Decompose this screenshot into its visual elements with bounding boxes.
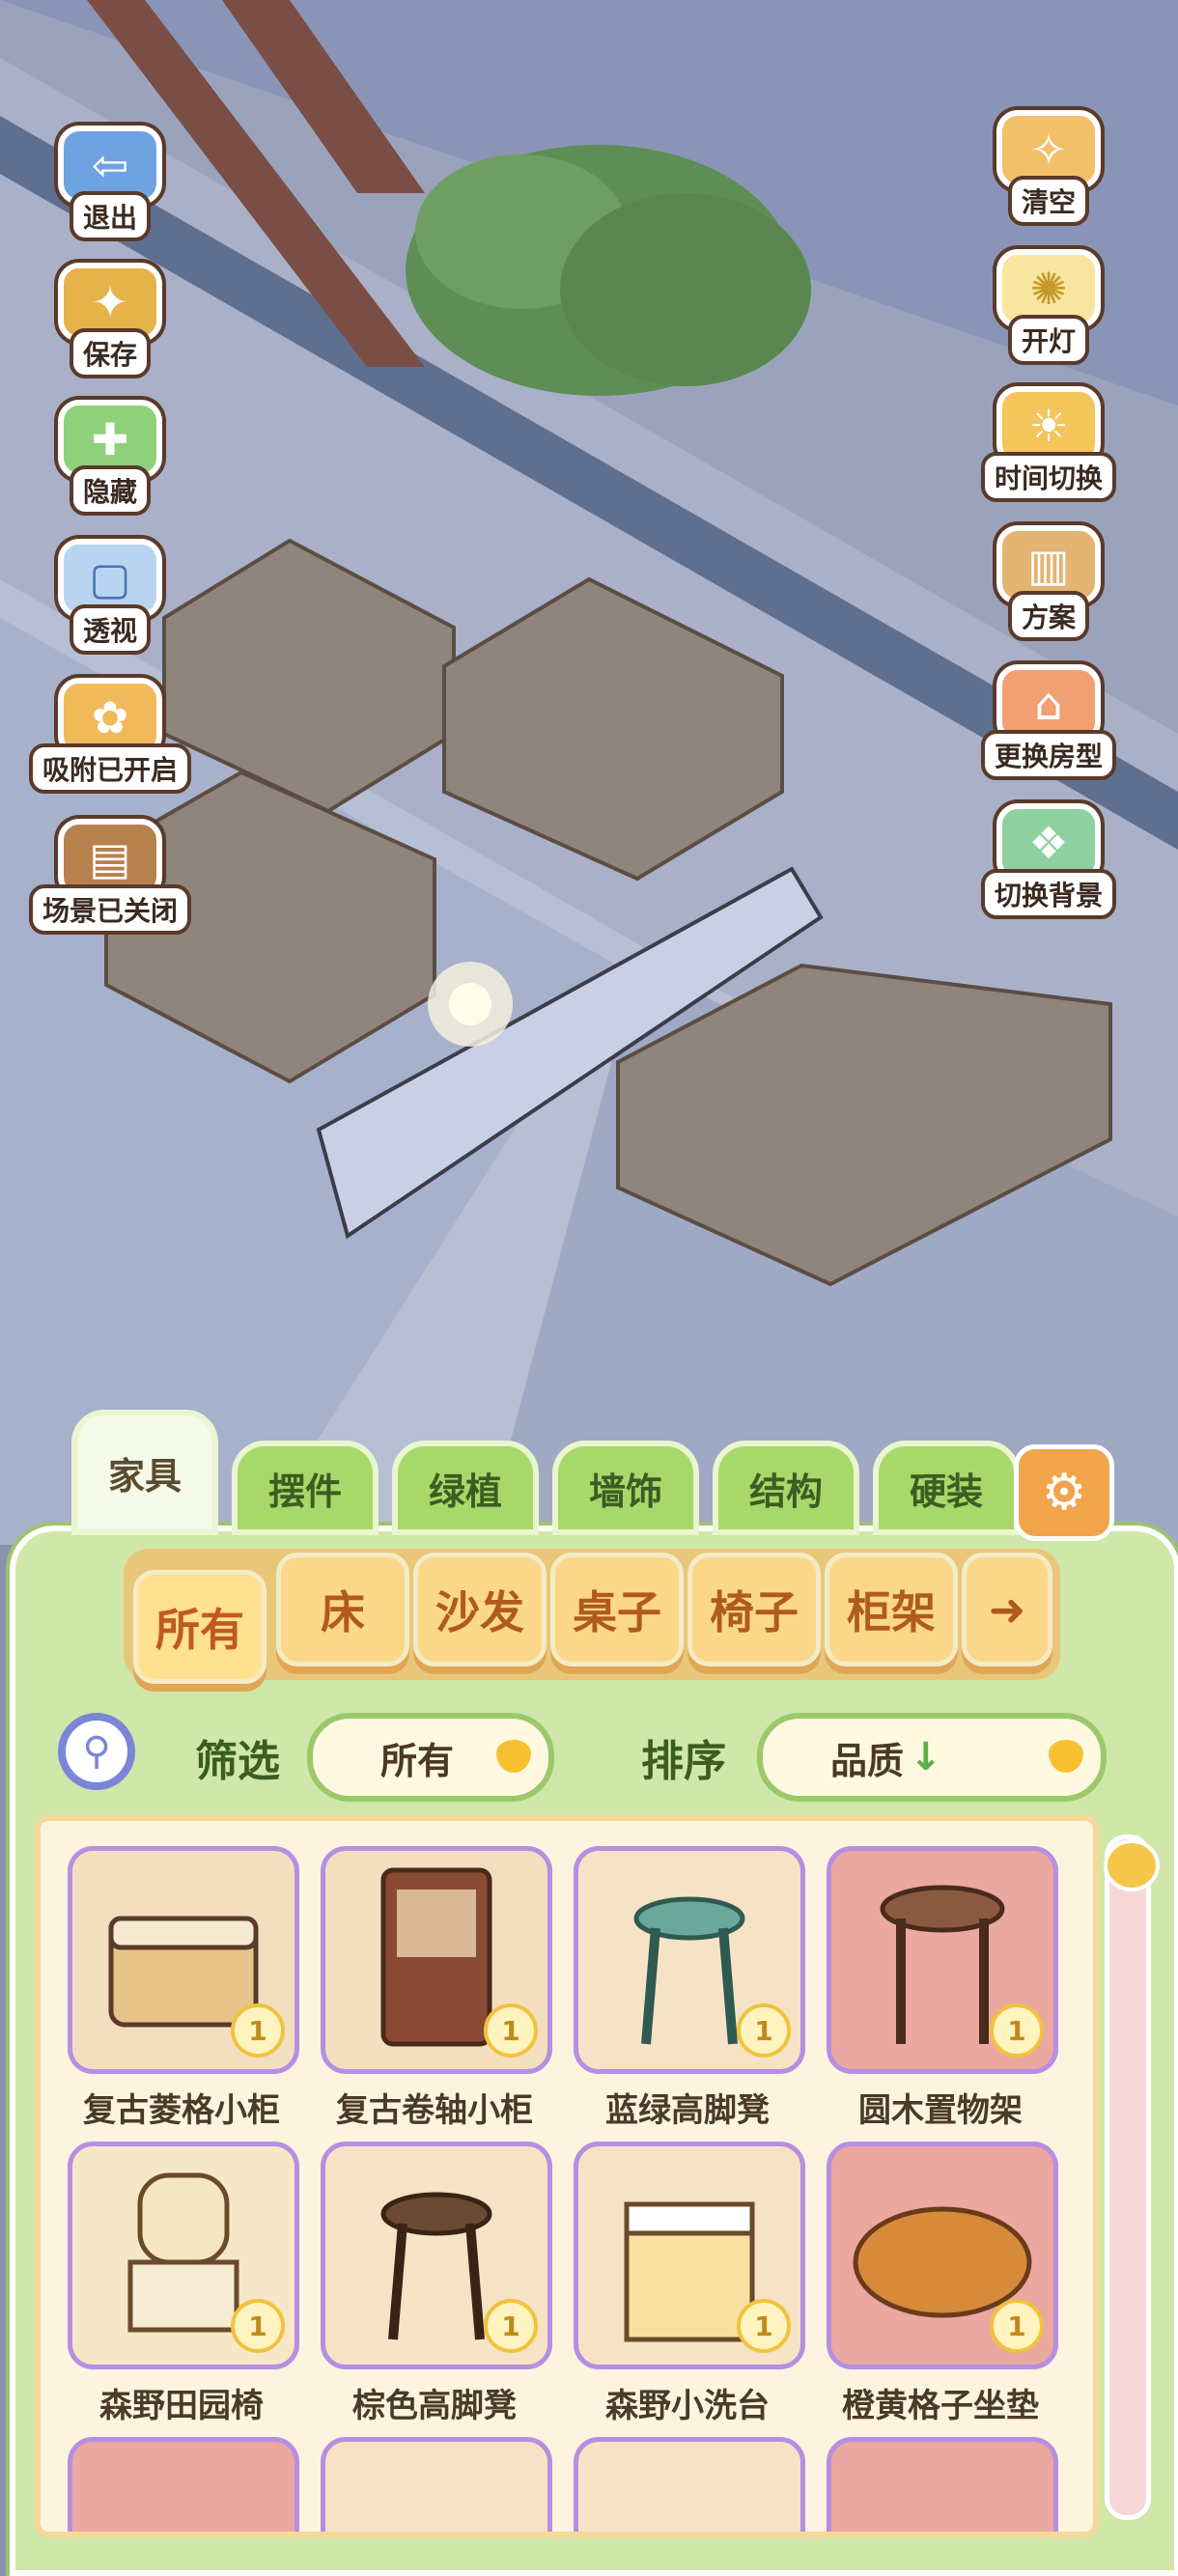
scene-label: 场景已关闭 (29, 884, 192, 935)
item-card[interactable] (574, 2437, 805, 2532)
category-table[interactable]: 桌子 (550, 1553, 684, 1666)
item-name: 森野田园椅 (99, 2387, 264, 2425)
item-name: 橙黄格子坐垫 (842, 2387, 1039, 2425)
item-card[interactable]: 1 (68, 1846, 299, 2074)
quantity-badge: 1 (231, 2299, 285, 2353)
category-all[interactable]: 所有 (133, 1570, 266, 1684)
perspective-button[interactable]: ▢ 透视 (52, 539, 168, 655)
save-label: 保存 (69, 328, 151, 378)
exit-button[interactable]: ⇦ 退出 (52, 126, 168, 241)
furniture-item-partial[interactable] (827, 2437, 1058, 2532)
furniture-item[interactable]: 1 棕色高脚凳 (321, 2142, 552, 2426)
filter-bar: ⚲ 筛选 所有 排序 品质 ↓ (58, 1709, 1120, 1806)
settings-button[interactable]: ⚙ (1014, 1444, 1114, 1541)
clear-button[interactable]: ✧ 清空 (991, 110, 1107, 226)
furniture-item-partial[interactable] (321, 2437, 552, 2532)
scrollbar-thumb[interactable] (1104, 1839, 1160, 1891)
quantity-badge: 1 (231, 2003, 285, 2058)
hide-button[interactable]: ✚ 隐藏 (52, 400, 168, 516)
dropdown-arrow-icon (1049, 1740, 1083, 1773)
quantity-badge: 1 (990, 2003, 1044, 2058)
hide-label: 隐藏 (69, 465, 151, 516)
tab-wall[interactable]: 墙饰 (552, 1441, 699, 1535)
item-name: 蓝绿高脚凳 (605, 2091, 770, 2130)
clear-label: 清空 (1007, 176, 1089, 226)
item-name: 森野小洗台 (605, 2387, 770, 2425)
furniture-item[interactable]: 1 圆木置物架 (827, 1846, 1058, 2131)
light-label: 开灯 (1007, 315, 1089, 365)
item-card[interactable]: 1 (321, 2142, 552, 2369)
quantity-badge: 1 (990, 2299, 1044, 2353)
furniture-item[interactable]: 1 蓝绿高脚凳 (574, 1846, 805, 2131)
category-shelf[interactable]: 柜架 (825, 1553, 958, 1666)
category-sofa[interactable]: 沙发 (413, 1553, 547, 1666)
furniture-item[interactable]: 1 橙黄格子坐垫 (827, 2142, 1058, 2426)
filter-dropdown[interactable]: 所有 (307, 1713, 554, 1802)
item-card[interactable] (68, 2437, 299, 2532)
gear-icon: ⚙ (1041, 1464, 1087, 1522)
time-switch-label: 时间切换 (981, 452, 1117, 502)
time-switch-button[interactable]: ☀ 时间切换 (981, 386, 1117, 502)
tab-decor[interactable]: 摆件 (232, 1441, 379, 1535)
sort-label: 排序 (641, 1737, 726, 1786)
exit-label: 退出 (69, 191, 151, 241)
switch-background-button[interactable]: ❖ 切换背景 (981, 803, 1117, 919)
save-button[interactable]: ✦ 保存 (52, 263, 168, 378)
quantity-badge: 1 (484, 2003, 538, 2058)
sort-value: 品质 (830, 1739, 905, 1782)
quantity-badge: 1 (737, 2003, 791, 2058)
item-name: 复古菱格小柜 (83, 2091, 280, 2130)
item-grid: 1 复古菱格小柜 1 复古卷轴小柜 1 蓝绿高脚凳 1 圆木置物架 1 森野田园椅 1 棕色高脚凳 1 森… (35, 1815, 1099, 2537)
quantity-badge: 1 (737, 2299, 791, 2353)
scene-button[interactable]: ▤ 场景已关闭 (29, 819, 192, 935)
tab-furniture[interactable]: 家具 (71, 1410, 218, 1535)
plan-label: 方案 (1007, 591, 1089, 641)
search-button[interactable]: ⚲ (58, 1713, 135, 1790)
dropdown-arrow-icon (496, 1740, 531, 1773)
furniture-item-partial[interactable] (68, 2437, 299, 2532)
furniture-item-partial[interactable] (574, 2437, 805, 2532)
plan-button[interactable]: ▥ 方案 (991, 525, 1107, 641)
tab-plants[interactable]: 绿植 (392, 1441, 539, 1535)
item-name: 棕色高脚凳 (352, 2387, 517, 2425)
furniture-item[interactable]: 1 复古卷轴小柜 (321, 1846, 552, 2131)
category-bed[interactable]: 床 (276, 1553, 409, 1666)
item-card[interactable]: 1 (321, 1846, 552, 2074)
scrollbar[interactable] (1104, 1834, 1160, 2520)
filter-value: 所有 (380, 1739, 455, 1782)
snap-label: 吸附已开启 (29, 743, 192, 794)
quantity-badge: 1 (484, 2299, 538, 2353)
switch-background-label: 切换背景 (981, 869, 1117, 919)
item-card[interactable]: 1 (574, 1846, 805, 2074)
change-house-button[interactable]: ⌂ 更换房型 (981, 664, 1117, 780)
furniture-item[interactable]: 1 森野小洗台 (574, 2142, 805, 2426)
arrow-right-icon: ➜ (988, 1583, 1026, 1636)
furniture-item[interactable]: 1 森野田园椅 (68, 2142, 299, 2426)
search-icon: ⚲ (82, 1729, 111, 1774)
category-chair[interactable]: 椅子 (687, 1553, 821, 1666)
filter-label: 筛选 (195, 1737, 280, 1786)
item-card[interactable]: 1 (827, 2142, 1058, 2369)
item-card[interactable] (321, 2437, 552, 2532)
item-card[interactable]: 1 (68, 2142, 299, 2369)
item-name: 复古卷轴小柜 (336, 2091, 533, 2130)
item-card[interactable] (827, 2437, 1058, 2532)
tab-bar: 家具 摆件 绿植 墙饰 结构 硬装 (71, 1410, 1134, 1535)
category-bar: 所有 床 沙发 桌子 椅子 柜架 ➜ (124, 1549, 1060, 1684)
sort-descending-icon: ↓ (910, 1735, 942, 1779)
item-name: 圆木置物架 (858, 2091, 1023, 2130)
perspective-label: 透视 (69, 604, 151, 655)
furniture-item[interactable]: 1 复古菱格小柜 (68, 1846, 299, 2131)
tab-hardware[interactable]: 硬装 (873, 1441, 1020, 1535)
item-card[interactable]: 1 (827, 1846, 1058, 2074)
change-house-label: 更换房型 (981, 730, 1117, 780)
sort-dropdown[interactable]: 品质 ↓ (757, 1713, 1107, 1802)
category-next-button[interactable]: ➜ (962, 1553, 1052, 1666)
item-card[interactable]: 1 (574, 2142, 805, 2369)
snap-button[interactable]: ✿ 吸附已开启 (29, 678, 192, 794)
tab-structure[interactable]: 结构 (713, 1441, 859, 1535)
light-button[interactable]: ✺ 开灯 (991, 249, 1107, 365)
